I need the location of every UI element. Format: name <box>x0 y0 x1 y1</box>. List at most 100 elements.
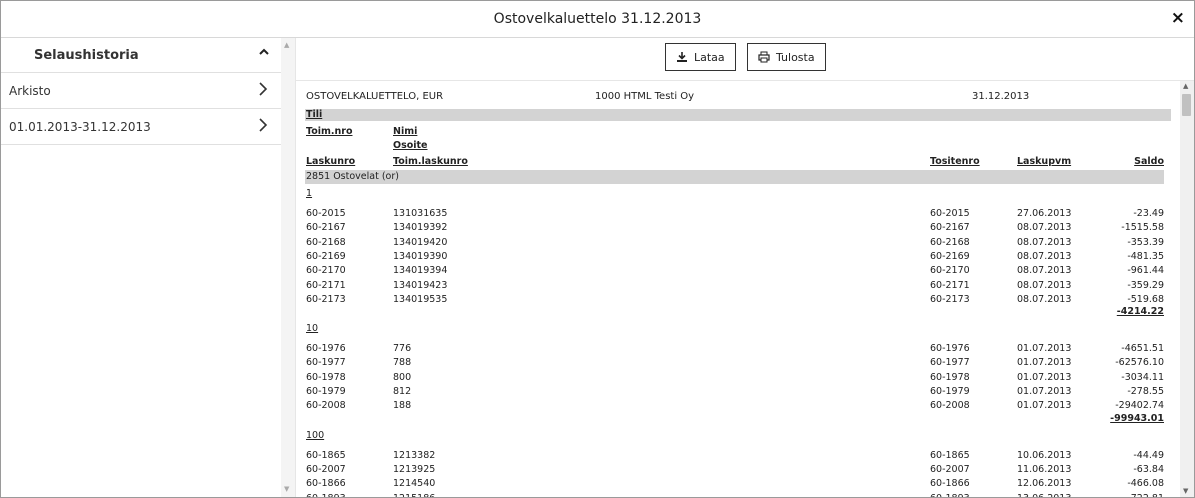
invoice-date: 11.06.2013 <box>1017 463 1072 475</box>
report-dialog: Ostovelkaluettelo 31.12.2013 × Selaushis… <box>0 0 1195 498</box>
voucher-number: 60-2168 <box>930 236 970 248</box>
balance: -481.35 <box>1127 250 1164 262</box>
supplier-invoice-number: 1215186 <box>393 492 435 498</box>
col-tositenro: Tositenro <box>930 156 980 167</box>
sidebar-scrollbar[interactable]: ▲ ▼ <box>281 38 295 497</box>
invoice-date: 01.07.2013 <box>1017 400 1072 412</box>
download-button[interactable]: Lataa <box>665 43 736 71</box>
supplier-invoice-number: 134019535 <box>393 293 448 305</box>
invoice-date: 08.07.2013 <box>1017 222 1072 234</box>
balance: -353.39 <box>1127 236 1164 248</box>
group-total: -4214.22 <box>1116 306 1164 318</box>
balance: -519.68 <box>1127 293 1164 305</box>
col-osoite: Osoite <box>393 140 428 151</box>
supplier-invoice-number: 134019420 <box>393 236 448 248</box>
table-row: 60-2170 134019394 60-2170 08.07.2013 -961.44 <box>296 264 1180 278</box>
invoice-date: 12.06.2013 <box>1017 478 1072 490</box>
download-icon <box>677 52 687 62</box>
invoice-date: 01.07.2013 <box>1017 386 1072 397</box>
voucher-number: 60-1977 <box>930 357 970 369</box>
print-button[interactable]: Tulosta <box>747 43 826 71</box>
voucher-number: 60-1976 <box>930 343 970 355</box>
sidebar-title: Selaushistoria <box>34 48 139 63</box>
chevron-right-icon <box>259 118 268 132</box>
supplier-invoice-number: 134019390 <box>393 250 448 262</box>
invoice-date: 01.07.2013 <box>1017 371 1072 383</box>
supplier-group-label: 1 <box>306 188 313 199</box>
invoice-date: 08.07.2013 <box>1017 250 1072 262</box>
scroll-up-icon[interactable]: ▲ <box>284 41 289 49</box>
supplier-invoice-number: 788 <box>393 357 412 369</box>
dialog-titlebar: Ostovelkaluettelo 31.12.2013 × <box>1 1 1194 38</box>
invoice-number: 60-2168 <box>306 236 346 248</box>
print-label: Tulosta <box>776 50 815 64</box>
col-toimlaskunro: Toim.laskunro <box>393 156 468 167</box>
company-name: 1000 HTML Testi Oy <box>595 91 695 102</box>
supplier-group-label: 100 <box>306 429 325 441</box>
voucher-number: 60-1979 <box>930 386 970 397</box>
col-tili: Tili <box>306 109 323 120</box>
supplier-invoice-number: 134019394 <box>393 265 448 277</box>
invoice-number: 60-1979 <box>306 386 346 397</box>
balance: -722.81 <box>1127 492 1164 498</box>
balance: -359.29 <box>1127 279 1164 291</box>
voucher-number: 60-2173 <box>930 293 970 305</box>
sidebar-item-label: 01.01.2013-31.12.2013 <box>9 120 151 134</box>
scroll-up-icon[interactable]: ▲ <box>1183 82 1188 90</box>
supplier-invoice-number: 1213925 <box>393 463 436 475</box>
table-row: 60-2008 188 60-2008 01.07.2013 -29402.74 <box>296 399 1180 413</box>
chevron-up-icon[interactable] <box>258 46 270 62</box>
invoice-number: 60-2015 <box>306 208 346 219</box>
table-row: 60-2173 134019535 60-2173 08.07.2013 -519.68 <box>296 293 1180 307</box>
supplier-invoice-number: 776 <box>393 343 412 355</box>
table-row: 60-2171 134019423 60-2171 08.07.2013 -359.29 <box>296 279 1180 293</box>
scroll-down-icon[interactable]: ▼ <box>1183 487 1188 495</box>
supplier-invoice-number: 1214540 <box>393 478 436 490</box>
table-row: 60-1976 776 60-1976 01.07.2013 -4651.51 <box>296 342 1180 356</box>
balance: -4651.51 <box>1121 343 1164 355</box>
report-content: OSTOVELKALUETTELO, EUR 1000 HTML Testi O… <box>296 81 1180 497</box>
invoice-date: 10.06.2013 <box>1017 449 1072 461</box>
table-row: 60-2168 134019420 60-2168 08.07.2013 -353.39 <box>296 236 1180 250</box>
dialog-title: Ostovelkaluettelo 31.12.2013 <box>493 11 702 27</box>
account-band <box>305 170 1164 184</box>
voucher-number: 60-2169 <box>930 250 970 262</box>
voucher-number: 60-2167 <box>930 222 970 234</box>
voucher-number: 60-2008 <box>930 400 970 412</box>
close-icon[interactable]: × <box>1171 10 1185 27</box>
report-date: 31.12.2013 <box>972 91 1030 102</box>
table-row: 60-1893 1215186 60-1893 13.06.2013 -722.81 <box>296 492 1180 498</box>
printer-icon <box>758 51 770 63</box>
invoice-date: 08.07.2013 <box>1017 279 1072 291</box>
supplier-invoice-number: 800 <box>393 371 412 383</box>
invoice-number: 60-2169 <box>306 250 346 262</box>
balance: -29402.74 <box>1115 400 1164 412</box>
balance: -3034.11 <box>1121 371 1164 383</box>
report-panel: Lataa Tulosta OSTOVELKALUETTELO, EUR 100… <box>295 38 1194 497</box>
sidebar-item-period[interactable]: 01.01.2013-31.12.2013 <box>1 109 281 145</box>
scroll-down-icon[interactable]: ▼ <box>284 485 289 493</box>
supplier-invoice-number: 134019392 <box>393 222 448 234</box>
sidebar-item-arkisto[interactable]: Arkisto <box>1 73 281 109</box>
balance: -23.49 <box>1133 208 1164 219</box>
table-row: 60-1866 1214540 60-1866 12.06.2013 -466.08 <box>296 477 1180 491</box>
scroll-thumb[interactable] <box>1182 94 1191 116</box>
table-row: 60-1977 788 60-1977 01.07.2013 -62576.10 <box>296 356 1180 370</box>
download-label: Lataa <box>694 50 725 64</box>
report-scrollbar[interactable]: ▲ ▼ <box>1180 81 1194 497</box>
col-nimi: Nimi <box>393 126 418 137</box>
col-toimnro: Toim.nro <box>306 126 353 137</box>
balance: -1515.58 <box>1121 222 1164 234</box>
col-laskunro: Laskunro <box>306 156 356 167</box>
col-saldo: Saldo <box>1134 156 1164 167</box>
invoice-number: 60-2171 <box>306 279 346 291</box>
voucher-number: 60-1866 <box>930 478 970 490</box>
invoice-date: 01.07.2013 <box>1017 357 1072 369</box>
invoice-number: 60-2008 <box>306 400 346 412</box>
table-row: 60-1865 1213382 60-1865 10.06.2013 -44.49 <box>296 449 1180 463</box>
sidebar-header[interactable]: Selaushistoria <box>1 38 281 73</box>
invoice-date: 08.07.2013 <box>1017 265 1072 277</box>
invoice-number: 60-1866 <box>306 478 346 490</box>
balance: -466.08 <box>1127 478 1164 490</box>
sidebar-item-label: Arkisto <box>9 84 51 98</box>
